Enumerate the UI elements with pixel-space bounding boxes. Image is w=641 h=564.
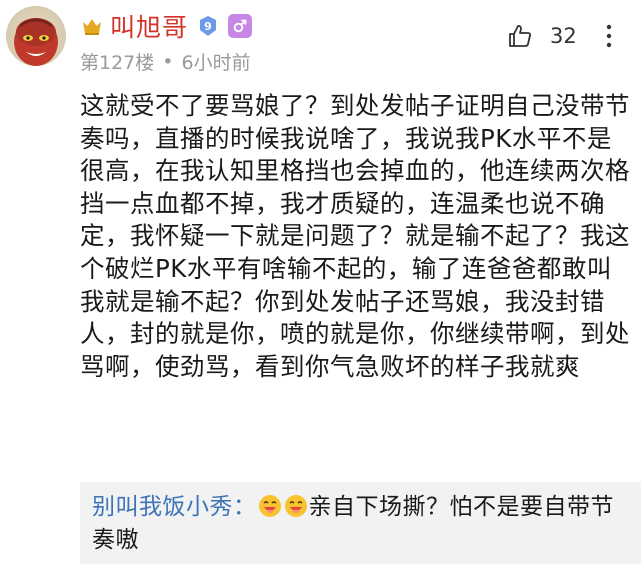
crown-icon <box>80 14 104 38</box>
floor-number: 第127楼 <box>80 52 155 74</box>
post-time: 6小时前 <box>181 52 251 74</box>
thumbs-up-icon[interactable] <box>506 22 534 50</box>
post-header: 叫旭哥 9 第127楼 • 6小时前 32 <box>80 8 641 78</box>
grinning-face-emoji-icon <box>258 494 282 518</box>
avatar[interactable] <box>6 6 66 66</box>
username[interactable]: 叫旭哥 <box>110 8 188 44</box>
level-number: 9 <box>204 20 212 33</box>
grinning-face-emoji-icon <box>284 494 308 518</box>
like-count: 32 <box>550 24 577 48</box>
post-content: 这就受不了要骂娘了？到处发帖子证明自己没带节奏吗，直播的时候我说啥了，我说我PK… <box>80 91 630 381</box>
reply-author[interactable]: 别叫我饭小秀： <box>92 494 257 520</box>
quoted-reply[interactable]: 别叫我饭小秀： 亲自下场撕？怕不是要自带节奏嗷 <box>80 482 641 564</box>
level-badge-icon: 9 <box>196 14 220 38</box>
post-meta: 第127楼 • 6小时前 <box>80 48 251 75</box>
meta-separator: • <box>162 50 174 73</box>
name-row: 叫旭哥 9 <box>80 8 253 44</box>
like-area: 32 <box>506 18 641 54</box>
male-gender-icon <box>228 14 253 38</box>
more-options-icon[interactable] <box>595 22 623 50</box>
